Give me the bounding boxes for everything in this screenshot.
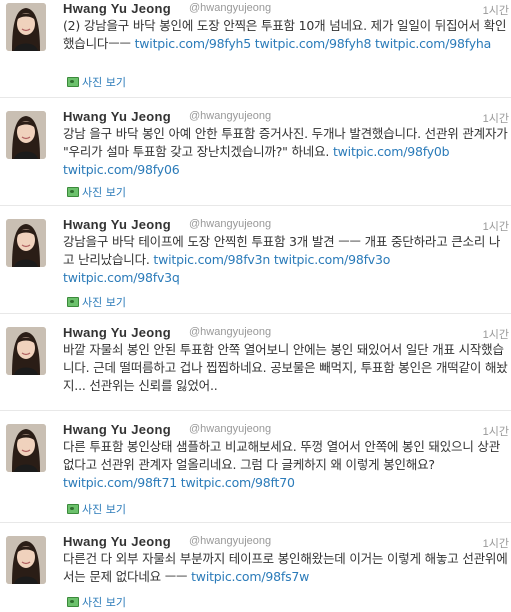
tweet-header: Hwang Yu Jeong @hwangyujeong 1시간	[63, 108, 509, 126]
author-name[interactable]: Hwang Yu Jeong	[63, 325, 171, 340]
tweet-body: 다른 투표함 봉인상태 샘플하고 비교해보세요. 뚜껑 열어서 안쪽에 봉인 돼…	[63, 439, 501, 472]
avatar[interactable]	[6, 219, 46, 267]
tweet-link[interactable]: twitpic.com/98fy0b	[333, 144, 450, 159]
timestamp[interactable]: 1시간	[483, 218, 509, 234]
view-photo-button[interactable]: 사진 보기	[67, 184, 126, 199]
timestamp[interactable]: 1시간	[483, 326, 509, 342]
author-handle[interactable]: @hwangyujeong	[189, 423, 271, 435]
view-photo-label: 사진 보기	[82, 503, 126, 516]
avatar[interactable]	[6, 327, 46, 375]
tweet: Hwang Yu Jeong @hwangyujeong 1시간 다른건 다 외…	[0, 533, 511, 612]
tweet-link[interactable]: twitpic.com/98fy06	[63, 162, 180, 177]
author-name[interactable]: Hwang Yu Jeong	[63, 109, 171, 124]
tweet-header: Hwang Yu Jeong @hwangyujeong 1시간	[63, 0, 509, 18]
photo-icon	[67, 297, 79, 307]
view-photo-label: 사진 보기	[82, 296, 126, 309]
view-photo-button[interactable]: 사진 보기	[67, 594, 126, 609]
avatar-photo-icon	[6, 3, 46, 51]
author-name[interactable]: Hwang Yu Jeong	[63, 534, 171, 549]
tweet-link[interactable]: twitpic.com/98fyh5	[135, 36, 252, 51]
avatar[interactable]	[6, 3, 46, 51]
view-photo-label: 사진 보기	[82, 186, 126, 199]
timestamp[interactable]: 1시간	[483, 2, 509, 18]
tweet-header: Hwang Yu Jeong @hwangyujeong 1시간	[63, 533, 509, 551]
avatar-photo-icon	[6, 424, 46, 472]
tweet-text: 강남을구 바닥 테이프에 도장 안찍힌 투표함 3개 발견 ㅡㅡ 개표 중단하라…	[63, 233, 508, 287]
photo-icon	[67, 187, 79, 197]
tweet: Hwang Yu Jeong @hwangyujeong 1시간 (2) 강남을…	[0, 0, 511, 98]
avatar-photo-icon	[6, 327, 46, 375]
tweet-link[interactable]: twitpic.com/98fv3q	[63, 270, 180, 285]
photo-icon	[67, 597, 79, 607]
view-photo-button[interactable]: 사진 보기	[67, 74, 126, 89]
tweet-text: 바깥 자물쇠 봉인 안된 투표함 안쪽 열어보니 안에는 봉인 돼있어서 일단 …	[63, 341, 508, 395]
timestamp[interactable]: 1시간	[483, 110, 509, 126]
author-handle[interactable]: @hwangyujeong	[189, 326, 271, 338]
author-handle[interactable]: @hwangyujeong	[189, 218, 271, 230]
tweet-header: Hwang Yu Jeong @hwangyujeong 1시간	[63, 421, 509, 439]
tweet: Hwang Yu Jeong @hwangyujeong 1시간 바깥 자물쇠 …	[0, 324, 511, 411]
author-name[interactable]: Hwang Yu Jeong	[63, 422, 171, 437]
tweet: Hwang Yu Jeong @hwangyujeong 1시간 강남을구 바닥…	[0, 216, 511, 314]
tweet-feed: Hwang Yu Jeong @hwangyujeong 1시간 (2) 강남을…	[0, 0, 511, 612]
author-handle[interactable]: @hwangyujeong	[189, 2, 271, 14]
avatar[interactable]	[6, 424, 46, 472]
author-handle[interactable]: @hwangyujeong	[189, 535, 271, 547]
tweet-header: Hwang Yu Jeong @hwangyujeong 1시간	[63, 216, 509, 234]
author-name[interactable]: Hwang Yu Jeong	[63, 1, 171, 16]
view-photo-button[interactable]: 사진 보기	[67, 294, 126, 309]
tweet-link[interactable]: twitpic.com/98fyha	[375, 36, 491, 51]
tweet-text: 강남 을구 바닥 봉인 아예 안한 투표함 증거사진. 두개나 발견했습니다. …	[63, 125, 508, 179]
view-photo-label: 사진 보기	[82, 596, 126, 609]
tweet: Hwang Yu Jeong @hwangyujeong 1시간 강남 을구 바…	[0, 108, 511, 206]
view-photo-label: 사진 보기	[82, 76, 126, 89]
author-handle[interactable]: @hwangyujeong	[189, 110, 271, 122]
tweet-link[interactable]: twitpic.com/98fs7w	[191, 569, 309, 584]
avatar-photo-icon	[6, 219, 46, 267]
tweet-text: 다른건 다 외부 자물쇠 부분까지 테이프로 봉인해왔는데 이거는 이렇게 해놓…	[63, 550, 508, 586]
tweet-link[interactable]: twitpic.com/98fv3n	[153, 252, 270, 267]
tweet-text: 다른 투표함 봉인상태 샘플하고 비교해보세요. 뚜껑 열어서 안쪽에 봉인 돼…	[63, 438, 508, 492]
tweet-link[interactable]: twitpic.com/98ft71	[63, 475, 177, 490]
photo-icon	[67, 77, 79, 87]
tweet-header: Hwang Yu Jeong @hwangyujeong 1시간	[63, 324, 509, 342]
tweet: Hwang Yu Jeong @hwangyujeong 1시간 다른 투표함 …	[0, 421, 511, 523]
view-photo-button[interactable]: 사진 보기	[67, 501, 126, 516]
timestamp[interactable]: 1시간	[483, 423, 509, 439]
avatar-photo-icon	[6, 111, 46, 159]
tweet-link[interactable]: twitpic.com/98fyh8	[255, 36, 372, 51]
tweet-text: (2) 강남을구 바닥 봉인에 도장 안찍은 투표함 10개 넘네요. 제가 일…	[63, 17, 508, 53]
avatar-photo-icon	[6, 536, 46, 584]
avatar[interactable]	[6, 111, 46, 159]
timestamp[interactable]: 1시간	[483, 535, 509, 551]
avatar[interactable]	[6, 536, 46, 584]
photo-icon	[67, 504, 79, 514]
tweet-body: 바깥 자물쇠 봉인 안된 투표함 안쪽 열어보니 안에는 봉인 돼있어서 일단 …	[63, 342, 508, 393]
author-name[interactable]: Hwang Yu Jeong	[63, 217, 171, 232]
tweet-link[interactable]: twitpic.com/98ft70	[181, 475, 295, 490]
tweet-link[interactable]: twitpic.com/98fv3o	[274, 252, 391, 267]
